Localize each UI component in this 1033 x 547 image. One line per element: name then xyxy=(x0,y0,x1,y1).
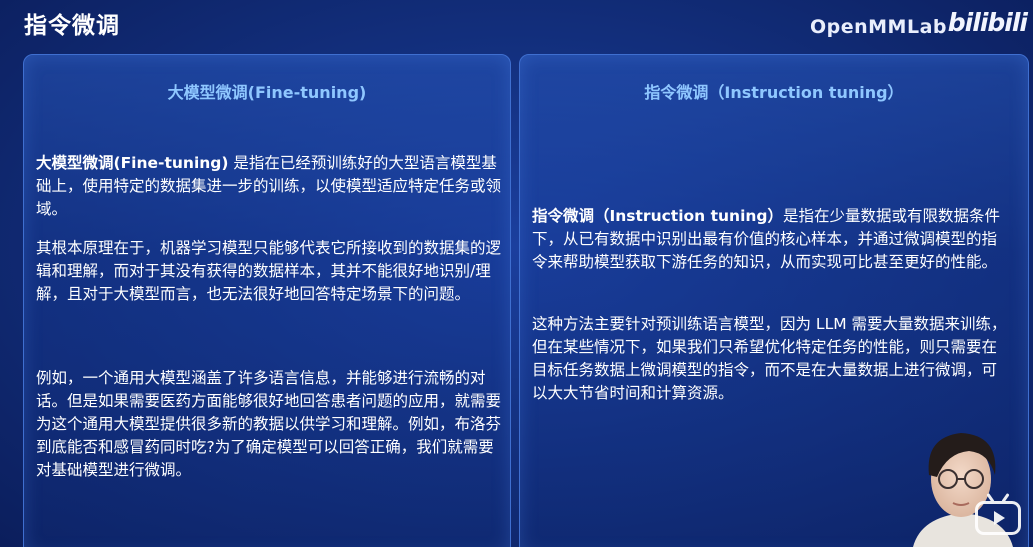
brand-label: OpenMMLab xyxy=(809,16,947,38)
instruction-tuning-term: 指令微调（Instruction tuning） xyxy=(532,207,784,225)
instruction-tuning-heading: 指令微调（Instruction tuning） xyxy=(644,83,904,102)
fine-tuning-heading: 大模型微调(Fine-tuning) xyxy=(167,83,367,102)
fine-tuning-term: 大模型微调(Fine-tuning) xyxy=(36,154,229,172)
bilibili-logo: bilibili xyxy=(947,8,1028,37)
instruction-tuning-method: 这种方法主要针对预训练语言模型，因为 LLM 需要大量数据来训练，但在某些情况下… xyxy=(532,315,1007,402)
fine-tuning-definition: 大模型微调(Fine-tuning) 是指在已经预训练好的大型语言模型基础上，使… xyxy=(36,152,502,221)
fine-tuning-card: 大模型微调(Fine-tuning) 大模型微调(Fine-tuning) 是指… xyxy=(23,54,511,547)
play-icon xyxy=(994,511,1005,525)
fine-tuning-example: 例如，一个通用大模型涵盖了许多语言信息，并能够进行流畅的对话。但是如果需要医药方… xyxy=(36,369,502,479)
fine-tuning-principle: 其根本原理在于，机器学习模型只能够代表它所接收到的数据集的逻辑和理解，而对于其没… xyxy=(36,239,502,303)
slide-title: 指令微调 xyxy=(24,13,120,39)
instruction-tuning-definition: 指令微调（Instruction tuning）是指在少量数据或有限数据条件下，… xyxy=(532,205,1010,274)
tv-play-icon[interactable] xyxy=(975,501,1021,535)
